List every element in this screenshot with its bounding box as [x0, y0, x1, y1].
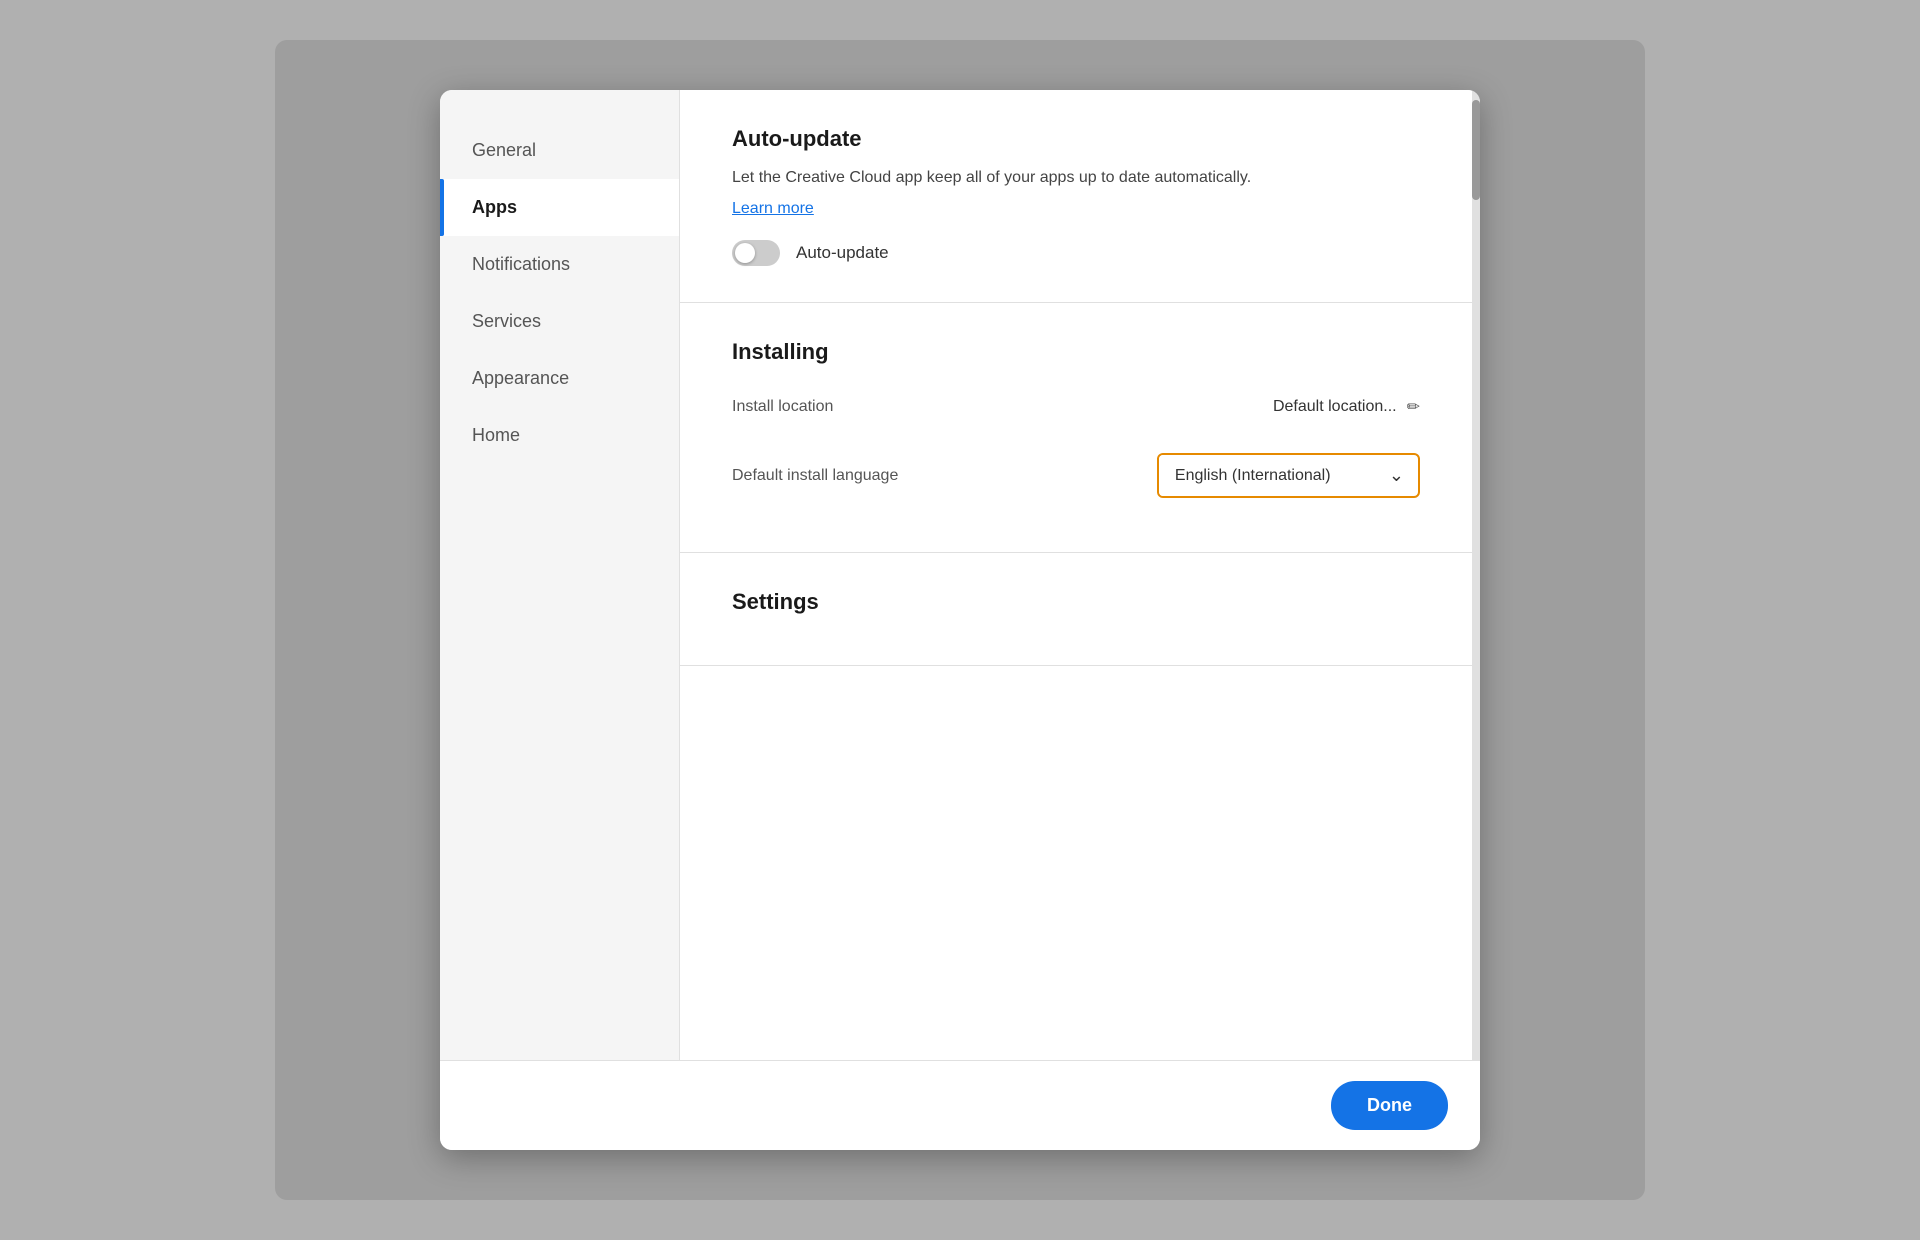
- installing-title: Installing: [732, 339, 1420, 365]
- content-area: Auto-update Let the Creative Cloud app k…: [680, 90, 1472, 1060]
- install-location-label: Install location: [732, 398, 833, 416]
- language-select-wrapper: English (International) English (US) Fre…: [1157, 453, 1420, 498]
- settings-section: Settings: [680, 553, 1472, 666]
- content-wrapper: Auto-update Let the Creative Cloud app k…: [680, 90, 1480, 1060]
- edit-location-icon[interactable]: ✏: [1407, 397, 1420, 417]
- auto-update-section: Auto-update Let the Creative Cloud app k…: [680, 90, 1472, 303]
- install-location-value: Default location...: [1273, 398, 1397, 416]
- default-language-label: Default install language: [732, 467, 898, 485]
- scrollbar-track[interactable]: [1472, 90, 1480, 1060]
- sidebar-item-services[interactable]: Services: [440, 293, 679, 350]
- chevron-down-icon: ⌄: [1389, 465, 1418, 486]
- auto-update-description: Let the Creative Cloud app keep all of y…: [732, 166, 1420, 190]
- language-select[interactable]: English (International) English (US) Fre…: [1159, 455, 1389, 496]
- dialog-body: General Apps Notifications Services Appe…: [440, 90, 1480, 1060]
- sidebar: General Apps Notifications Services Appe…: [440, 90, 680, 1060]
- sidebar-item-appearance[interactable]: Appearance: [440, 350, 679, 407]
- sidebar-item-apps[interactable]: Apps: [440, 179, 679, 236]
- sidebar-item-general[interactable]: General: [440, 122, 679, 179]
- preferences-dialog: General Apps Notifications Services Appe…: [440, 90, 1480, 1150]
- sidebar-item-home[interactable]: Home: [440, 407, 679, 464]
- done-button[interactable]: Done: [1331, 1081, 1448, 1130]
- install-location-row: Install location Default location... ✏: [732, 379, 1420, 435]
- learn-more-link[interactable]: Learn more: [732, 200, 814, 218]
- installing-section: Installing Install location Default loca…: [680, 303, 1472, 553]
- auto-update-title: Auto-update: [732, 126, 1420, 152]
- auto-update-toggle-row: Auto-update: [732, 240, 1420, 266]
- auto-update-toggle-label: Auto-update: [796, 243, 889, 263]
- settings-title: Settings: [732, 589, 1420, 615]
- outer-background: General Apps Notifications Services Appe…: [275, 40, 1645, 1200]
- sidebar-item-notifications[interactable]: Notifications: [440, 236, 679, 293]
- auto-update-toggle[interactable]: [732, 240, 780, 266]
- default-language-row: Default install language English (Intern…: [732, 435, 1420, 516]
- scrollbar-thumb: [1472, 100, 1480, 200]
- dialog-footer: Done: [440, 1060, 1480, 1150]
- install-location-value-group: Default location... ✏: [1273, 397, 1420, 417]
